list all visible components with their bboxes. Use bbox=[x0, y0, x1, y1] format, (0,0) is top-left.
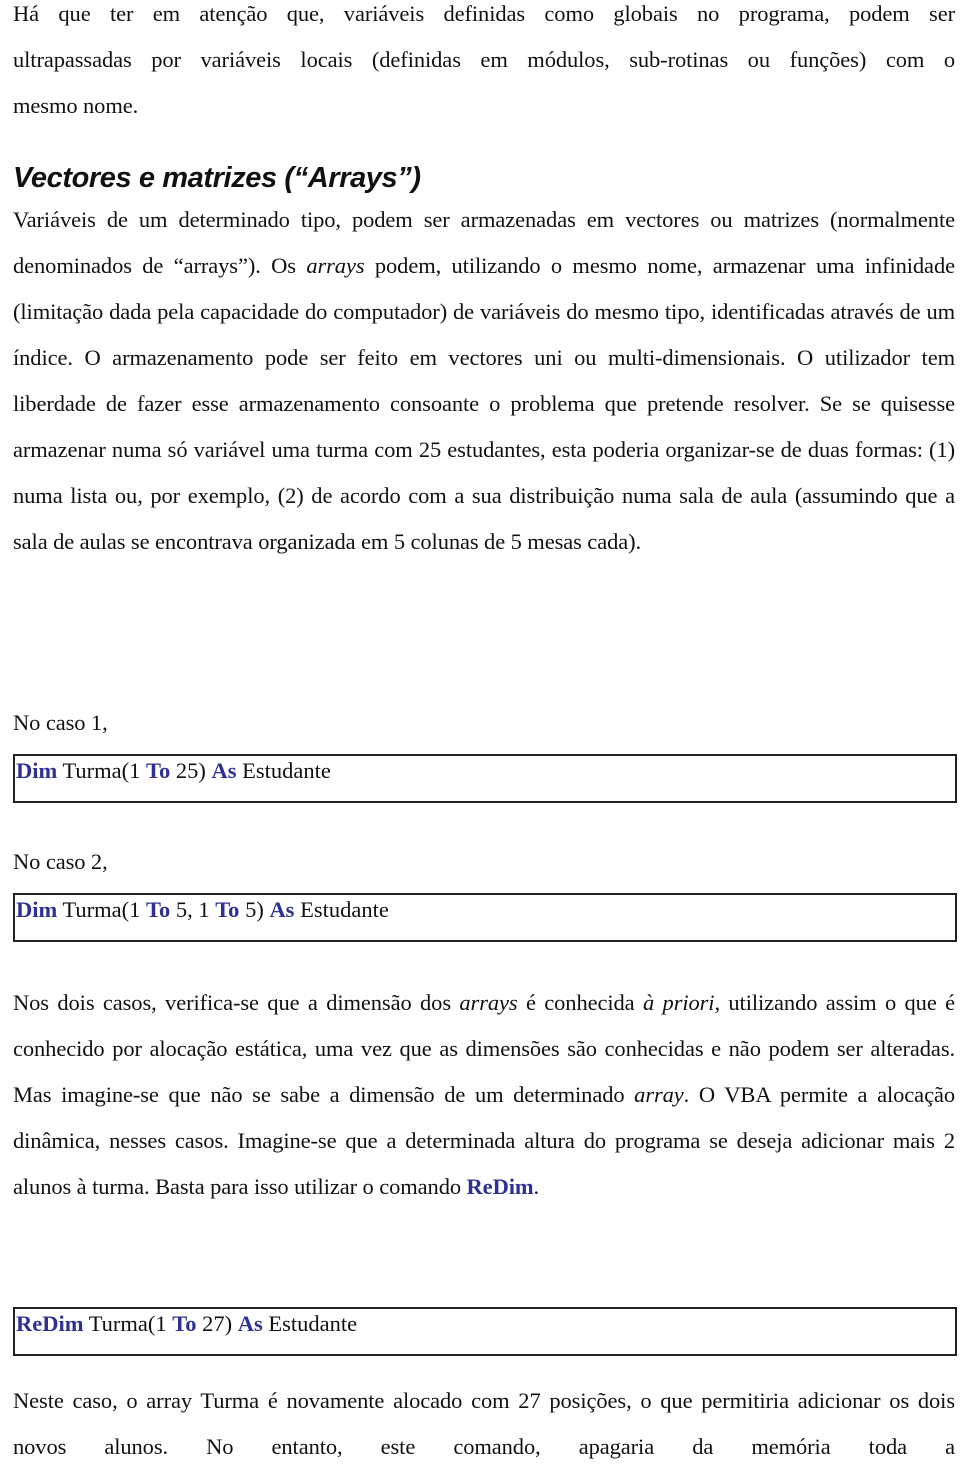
keyword-redim: ReDim bbox=[466, 1174, 534, 1199]
code-text: Estudante bbox=[236, 758, 331, 783]
text-run: é conhecida bbox=[517, 990, 643, 1015]
code-block-redim: ReDim Turma(1 To 27) As Estudante bbox=[13, 1307, 957, 1356]
keyword-dim: Dim bbox=[16, 758, 58, 783]
code-text: Turma(1 bbox=[57, 897, 147, 922]
text-run: podem, utilizando o mesmo nome, armazena… bbox=[13, 253, 955, 554]
case-1-label: No caso 1, bbox=[13, 710, 108, 735]
code-text: Estudante bbox=[294, 897, 389, 922]
keyword-as: As bbox=[269, 897, 295, 922]
text-run: Nos dois casos, verifica-se que a dimens… bbox=[13, 990, 460, 1015]
code-text: Estudante bbox=[262, 1311, 358, 1336]
code-text: Turma(1 bbox=[57, 758, 147, 783]
italic-term: array bbox=[634, 1082, 684, 1107]
text-run: . bbox=[533, 1174, 540, 1199]
intro-line-2: ultrapassadas por variáveis locais (defi… bbox=[13, 47, 955, 72]
code-block-case-2: Dim Turma(1 To 5, 1 To 5) As Estudante bbox=[13, 893, 957, 942]
code-text: 27) bbox=[196, 1311, 238, 1336]
keyword-as: As bbox=[237, 1311, 263, 1336]
section-heading: Vectores e matrizes (“Arrays”) bbox=[13, 162, 421, 194]
code-text: 5, 1 bbox=[170, 897, 216, 922]
code-text: 25) bbox=[170, 758, 212, 783]
intro-line-1: Há que ter em atenção que, variáveis def… bbox=[13, 1, 955, 26]
intro-paragraph: Há que ter em atenção que, variáveis def… bbox=[13, 0, 955, 129]
allocation-paragraph: Nos dois casos, verifica-se que a dimens… bbox=[13, 980, 955, 1210]
case-2-label: No caso 2, bbox=[13, 849, 108, 874]
intro-line-3: mesmo nome. bbox=[13, 93, 139, 118]
arrays-intro-paragraph: Variáveis de um determinado tipo, podem … bbox=[13, 197, 955, 565]
keyword-redim: ReDim bbox=[16, 1311, 84, 1336]
keyword-to: To bbox=[172, 1311, 197, 1336]
keyword-to: To bbox=[146, 897, 171, 922]
code-text: Turma(1 bbox=[83, 1311, 173, 1336]
italic-term: arrays bbox=[459, 990, 518, 1015]
italic-term: à priori bbox=[642, 990, 715, 1015]
keyword-to: To bbox=[215, 897, 240, 922]
keyword-as: As bbox=[211, 758, 237, 783]
italic-term: arrays bbox=[306, 253, 365, 278]
keyword-dim: Dim bbox=[16, 897, 58, 922]
keyword-to: To bbox=[146, 758, 171, 783]
redim-explanation-paragraph: Neste caso, o array Turma é novamente al… bbox=[13, 1388, 955, 1459]
code-text: 5) bbox=[239, 897, 270, 922]
code-block-case-1: Dim Turma(1 To 25) As Estudante bbox=[13, 754, 957, 803]
